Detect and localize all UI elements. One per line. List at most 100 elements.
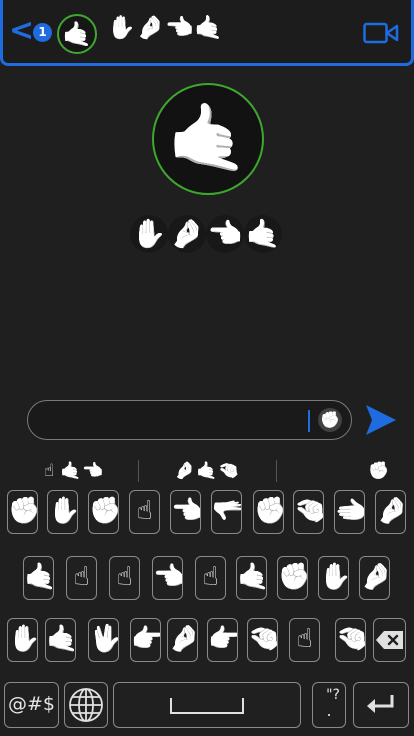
punctuation-bottom-label: .	[326, 701, 332, 720]
chat-header: < 1 🤙 ✋ 🤌 👈 🤙	[0, 0, 414, 66]
sign-hand-icon: 🤌	[136, 15, 165, 41]
sign-hand-icon: ✊	[8, 496, 38, 526]
sign-hand-icon: 🤙	[60, 460, 82, 481]
sign-hand-icon: 🫲	[335, 496, 365, 526]
sign-key[interactable]: 🤙	[23, 556, 54, 600]
sign-hand-icon: ✊	[278, 562, 308, 592]
sign-key[interactable]: 🤌	[359, 556, 390, 600]
globe-icon	[69, 688, 103, 722]
suggestion-right[interactable]: ✊	[368, 456, 390, 486]
sign-hand-icon: ☝	[116, 562, 133, 592]
sign-key[interactable]: ✊	[253, 490, 284, 534]
sign-hand-icon: 🤏	[218, 460, 240, 481]
sign-hand-icon: 👈	[171, 496, 201, 526]
sign-key[interactable]: ☝	[66, 556, 97, 600]
contact-name-signs[interactable]: ✋ 🤌 👈 🤙	[107, 17, 223, 40]
sign-hand-icon: ☝	[136, 496, 153, 526]
sign-key[interactable]: ✊	[277, 556, 308, 600]
sign-hand-icon: 🤙	[237, 562, 267, 592]
sign-key[interactable]: ✊	[88, 490, 119, 534]
sign-key[interactable]: ☝	[129, 490, 160, 534]
unread-count-badge: 1	[33, 23, 52, 42]
profile-name-signs: ✋ 🤌 👈 🤙	[130, 215, 282, 253]
sign-key[interactable]: ☝	[195, 556, 226, 600]
sign-key[interactable]: 🤙	[236, 556, 267, 600]
sign-key[interactable]: 🫲	[334, 490, 365, 534]
sign-hand-icon: 🤏	[248, 624, 278, 654]
language-key[interactable]	[64, 682, 108, 728]
sign-key[interactable]: ☝	[289, 618, 320, 662]
symbols-key[interactable]: @#$	[4, 682, 59, 728]
sign-key[interactable]: 👈	[170, 490, 201, 534]
sign-hand-icon: 🤌	[168, 624, 198, 654]
message-input[interactable]: ✊	[27, 400, 352, 440]
sign-hand-icon: 🤙	[46, 624, 76, 654]
sign-key[interactable]: 👈	[152, 556, 183, 600]
sign-suggestions: ☝ 🤙 👈 🤌 🤙 🤏 ✊	[0, 456, 414, 486]
sign-hand-icon: 🤙	[244, 215, 282, 253]
sign-key[interactable]: 🤙	[45, 618, 76, 662]
sign-hand-icon: 👉	[131, 624, 161, 654]
sign-hand-icon: 🤙	[24, 562, 54, 592]
sign-hand-icon: 👈	[165, 15, 194, 41]
sign-hand-icon: ✋	[130, 215, 168, 253]
enter-icon	[367, 695, 394, 713]
contact-avatar-hand-icon: 🤙	[62, 20, 92, 48]
sign-key[interactable]: 🖖	[88, 618, 119, 662]
contact-avatar[interactable]: 🤙	[57, 14, 97, 54]
sign-hand-icon: 🖖	[89, 624, 119, 654]
enter-key[interactable]	[353, 682, 409, 728]
suggestion-middle[interactable]: 🤌 🤙 🤏	[174, 456, 240, 486]
sign-hand-icon: 🤌	[168, 215, 206, 253]
profile-hand-icon: 🤙	[166, 99, 250, 176]
sign-hand-icon: ☝	[73, 562, 90, 592]
backspace-icon	[375, 631, 403, 649]
sign-key[interactable]: ✊	[7, 490, 38, 534]
send-icon[interactable]	[364, 403, 398, 437]
sign-hand-icon: 👈	[153, 562, 183, 592]
sign-hand-icon: ✊	[368, 460, 390, 481]
sign-key[interactable]: 🫳	[211, 490, 242, 534]
sign-key[interactable]: ☝	[109, 556, 140, 600]
sign-key[interactable]: 🤌	[167, 618, 198, 662]
sign-key[interactable]: ✋	[7, 618, 38, 662]
sign-hand-icon: 🤌	[174, 460, 196, 481]
sign-hand-icon: ✊	[254, 496, 284, 526]
punctuation-key[interactable]: "? .	[312, 682, 346, 728]
sign-hand-icon: 🤌	[360, 562, 390, 592]
sign-hand-icon: 🫳	[212, 496, 242, 526]
sign-hand-icon: 👈	[82, 460, 104, 481]
sign-key[interactable]: ✋	[47, 490, 78, 534]
sign-key[interactable]: ✋	[318, 556, 349, 600]
sign-key[interactable]: 🤏	[293, 490, 324, 534]
space-key[interactable]	[113, 682, 301, 728]
sign-hand-icon: 🤏	[294, 496, 324, 526]
sign-key[interactable]: 👉	[130, 618, 161, 662]
back-button[interactable]: <	[9, 16, 34, 46]
space-bar-icon	[170, 698, 244, 714]
suggestion-divider	[276, 460, 277, 482]
sign-key[interactable]: 🤌	[375, 490, 406, 534]
suggestion-divider	[138, 460, 139, 482]
sign-hand-icon: 🤙	[196, 460, 218, 481]
sign-hand-icon: 👉	[208, 624, 238, 654]
sign-hand-icon: ☝	[202, 562, 219, 592]
video-call-icon[interactable]	[363, 22, 399, 44]
input-sign-icon[interactable]: ✊	[318, 408, 342, 432]
sign-hand-icon: 🤌	[376, 496, 406, 526]
suggestion-left[interactable]: ☝ 🤙 👈	[38, 456, 104, 486]
sign-hand-icon: 🤏	[336, 624, 366, 654]
sign-hand-icon: ✊	[89, 496, 119, 526]
backspace-key[interactable]	[373, 618, 406, 662]
sign-key[interactable]: 🤏	[247, 618, 278, 662]
sign-hand-icon: ✋	[48, 496, 78, 526]
sign-hand-icon: ✋	[319, 562, 349, 592]
sign-hand-icon: 👈	[206, 215, 244, 253]
sign-hand-icon: ✋	[107, 15, 136, 41]
profile-avatar: 🤙	[152, 83, 264, 195]
sign-hand-icon: 🤙	[194, 15, 223, 41]
sign-hand-icon: ☝	[296, 624, 313, 654]
sign-key[interactable]: 🤏	[335, 618, 366, 662]
text-caret	[308, 410, 310, 432]
sign-key[interactable]: 👉	[207, 618, 238, 662]
